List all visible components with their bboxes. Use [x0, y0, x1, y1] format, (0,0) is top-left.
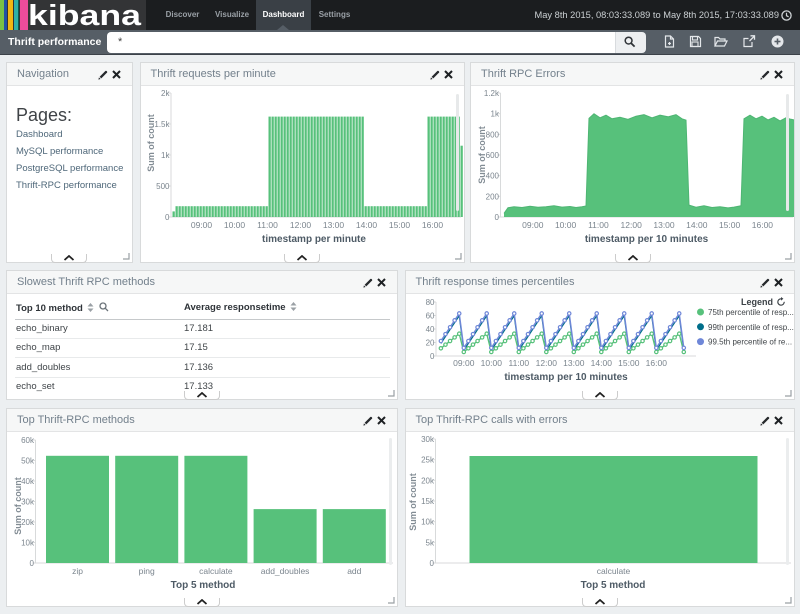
svg-text:500: 500 — [156, 182, 170, 191]
svg-text:15:00: 15:00 — [719, 220, 741, 230]
svg-text:Legend: Legend — [740, 297, 772, 307]
svg-text:2k: 2k — [161, 89, 170, 98]
svg-text:14:00: 14:00 — [355, 220, 377, 230]
svg-text:10:00: 10:00 — [480, 358, 502, 368]
svg-text:14:00: 14:00 — [686, 220, 708, 230]
svg-text:60: 60 — [425, 312, 434, 321]
svg-text:99th percentile of resp...: 99th percentile of resp... — [708, 323, 794, 332]
svg-text:15:00: 15:00 — [388, 220, 410, 230]
svg-text:Top 5 method: Top 5 method — [171, 580, 236, 591]
svg-text:30k: 30k — [421, 435, 435, 444]
svg-text:13:00: 13:00 — [653, 220, 675, 230]
svg-text:99.5th percentile of re...: 99.5th percentile of re... — [708, 338, 792, 347]
svg-text:1.5k: 1.5k — [154, 120, 170, 129]
svg-text:11:00: 11:00 — [508, 358, 529, 368]
svg-text:0: 0 — [429, 559, 434, 568]
svg-text:40k: 40k — [21, 477, 35, 486]
svg-text:13:00: 13:00 — [563, 358, 585, 368]
svg-text:calculate: calculate — [199, 566, 233, 576]
svg-text:Sum of count: Sum of count — [146, 114, 156, 172]
svg-text:14:00: 14:00 — [590, 358, 612, 368]
svg-text:10:00: 10:00 — [555, 220, 577, 230]
svg-text:timestamp per 10 minutes: timestamp per 10 minutes — [585, 234, 709, 245]
svg-text:200: 200 — [486, 192, 500, 201]
svg-text:11:00: 11:00 — [588, 220, 609, 230]
svg-text:timestamp per 10 minutes: timestamp per 10 minutes — [504, 372, 628, 383]
svg-text:16:00: 16:00 — [421, 220, 443, 230]
svg-text:13:00: 13:00 — [322, 220, 344, 230]
svg-text:1k: 1k — [161, 151, 170, 160]
svg-text:16:00: 16:00 — [645, 358, 667, 368]
svg-text:12:00: 12:00 — [535, 358, 557, 368]
svg-text:20k: 20k — [21, 518, 35, 527]
svg-text:0: 0 — [165, 213, 170, 222]
svg-text:800: 800 — [486, 130, 500, 139]
svg-text:5k: 5k — [425, 538, 434, 547]
svg-text:09:00: 09:00 — [522, 220, 544, 230]
svg-text:calculate: calculate — [596, 566, 630, 576]
svg-text:400: 400 — [486, 172, 500, 181]
svg-text:add: add — [347, 566, 361, 576]
svg-text:09:00: 09:00 — [190, 220, 212, 230]
svg-text:10:00: 10:00 — [223, 220, 245, 230]
svg-text:10k: 10k — [21, 539, 35, 548]
svg-text:09:00: 09:00 — [453, 358, 475, 368]
svg-text:40: 40 — [425, 325, 434, 334]
svg-text:25k: 25k — [421, 456, 435, 465]
svg-text:0: 0 — [30, 559, 35, 568]
svg-text:75th percentile of resp...: 75th percentile of resp... — [708, 308, 794, 317]
svg-text:timestamp per minute: timestamp per minute — [262, 234, 366, 245]
svg-text:Top 5 method: Top 5 method — [580, 580, 645, 591]
svg-text:80: 80 — [425, 298, 434, 307]
svg-text:16:00: 16:00 — [752, 220, 774, 230]
svg-text:0: 0 — [430, 352, 435, 361]
svg-text:30k: 30k — [21, 498, 35, 507]
svg-text:1.2k: 1.2k — [484, 89, 500, 98]
svg-text:zip: zip — [72, 566, 83, 576]
svg-text:Sum of count: Sum of count — [13, 477, 23, 535]
svg-text:60k: 60k — [21, 436, 35, 445]
svg-text:600: 600 — [486, 151, 500, 160]
svg-text:0: 0 — [495, 213, 500, 222]
svg-text:add_doubles: add_doubles — [261, 566, 310, 576]
svg-text:10k: 10k — [421, 518, 435, 527]
svg-text:11:00: 11:00 — [257, 220, 278, 230]
svg-text:20k: 20k — [421, 476, 435, 485]
svg-text:Sum of count: Sum of count — [408, 473, 418, 531]
svg-text:1k: 1k — [491, 110, 500, 119]
svg-text:15:00: 15:00 — [618, 358, 640, 368]
svg-text:20: 20 — [425, 339, 434, 348]
svg-text:Sum of count: Sum of count — [477, 126, 487, 184]
svg-text:15k: 15k — [421, 497, 435, 506]
svg-text:50k: 50k — [21, 457, 35, 466]
svg-text:ping: ping — [139, 566, 155, 576]
svg-text:12:00: 12:00 — [289, 220, 311, 230]
svg-text:12:00: 12:00 — [621, 220, 643, 230]
